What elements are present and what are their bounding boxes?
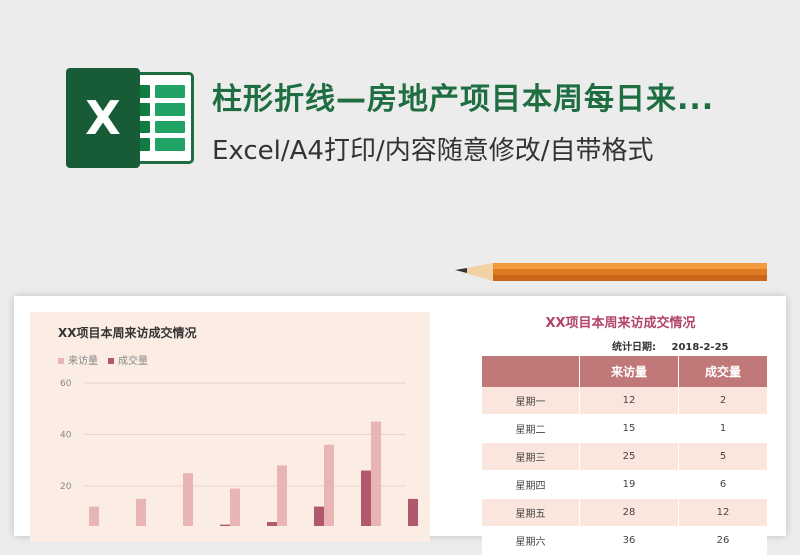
cell-day[interactable]: 星期一 <box>482 387 580 415</box>
cell-deals[interactable]: 2 <box>678 387 767 415</box>
bar-visits[interactable] <box>230 488 240 526</box>
table-row[interactable]: 星期四 19 6 <box>482 470 767 499</box>
logo-letter: X <box>66 68 140 168</box>
cell-visits[interactable]: 12 <box>579 387 679 415</box>
data-table: 来访量 成交量 星期一 12 2 星期二 15 1 星期三 25 5 星期四 1… <box>482 356 767 555</box>
bar-visits[interactable] <box>371 421 381 526</box>
table-row[interactable]: 星期一 12 2 <box>482 387 767 415</box>
col-header-day <box>482 356 580 387</box>
table-title: XX项目本周来访成交情况 <box>545 316 696 331</box>
cell-day[interactable]: 星期三 <box>482 442 580 471</box>
cell-deals[interactable]: 12 <box>678 498 767 527</box>
cell-day[interactable]: 星期四 <box>482 470 580 499</box>
bar-deals[interactable] <box>361 470 371 526</box>
cell-visits[interactable]: 28 <box>579 498 679 527</box>
cell-day[interactable]: 星期五 <box>482 498 580 527</box>
col-header-visits: 来访量 <box>579 356 679 387</box>
bar-chart: 60 40 20 <box>60 379 418 526</box>
table-row[interactable]: 星期六 36 26 <box>482 526 767 555</box>
cell-deals[interactable]: 26 <box>678 526 767 555</box>
cell-visits[interactable]: 36 <box>579 526 679 555</box>
cell-deals[interactable]: 6 <box>678 470 767 499</box>
table-header-row: 来访量 成交量 <box>482 356 767 387</box>
cell-deals[interactable]: 5 <box>678 442 767 471</box>
pencil-icon <box>455 263 767 281</box>
y-tick-label: 60 <box>60 379 72 389</box>
cell-day[interactable]: 星期六 <box>482 526 580 555</box>
cell-visits[interactable]: 19 <box>579 470 679 499</box>
stat-date-label: 统计日期: <box>612 342 656 353</box>
col-header-deals: 成交量 <box>678 356 767 387</box>
stat-date-line: 统计日期: 2018-2-25 <box>612 338 729 353</box>
bar-visits[interactable] <box>324 444 334 526</box>
excel-logo-icon: X <box>66 68 196 168</box>
page-title: 柱形折线—房地产项目本周每日来... <box>212 82 715 117</box>
bar-deals[interactable] <box>408 498 418 526</box>
bar-visits[interactable] <box>136 498 146 526</box>
cell-visits[interactable]: 25 <box>579 442 679 471</box>
table-row[interactable]: 星期三 25 5 <box>482 442 767 471</box>
table-row[interactable]: 星期二 15 1 <box>482 414 767 443</box>
bar-visits[interactable] <box>183 473 193 526</box>
cell-day[interactable]: 星期二 <box>482 414 580 443</box>
y-tick-label: 40 <box>60 431 72 441</box>
table-row[interactable]: 星期五 28 12 <box>482 498 767 527</box>
bar-visits[interactable] <box>89 506 99 526</box>
stat-date-value: 2018-2-25 <box>671 342 729 353</box>
page-subtitle: Excel/A4打印/内容随意修改/自带格式 <box>212 136 654 166</box>
cell-deals[interactable]: 1 <box>678 414 767 443</box>
y-tick-label: 20 <box>60 482 72 492</box>
bar-deals[interactable] <box>267 522 277 526</box>
bar-deals[interactable] <box>314 506 324 526</box>
bar-visits[interactable] <box>277 465 287 526</box>
cell-visits[interactable]: 15 <box>579 414 679 443</box>
